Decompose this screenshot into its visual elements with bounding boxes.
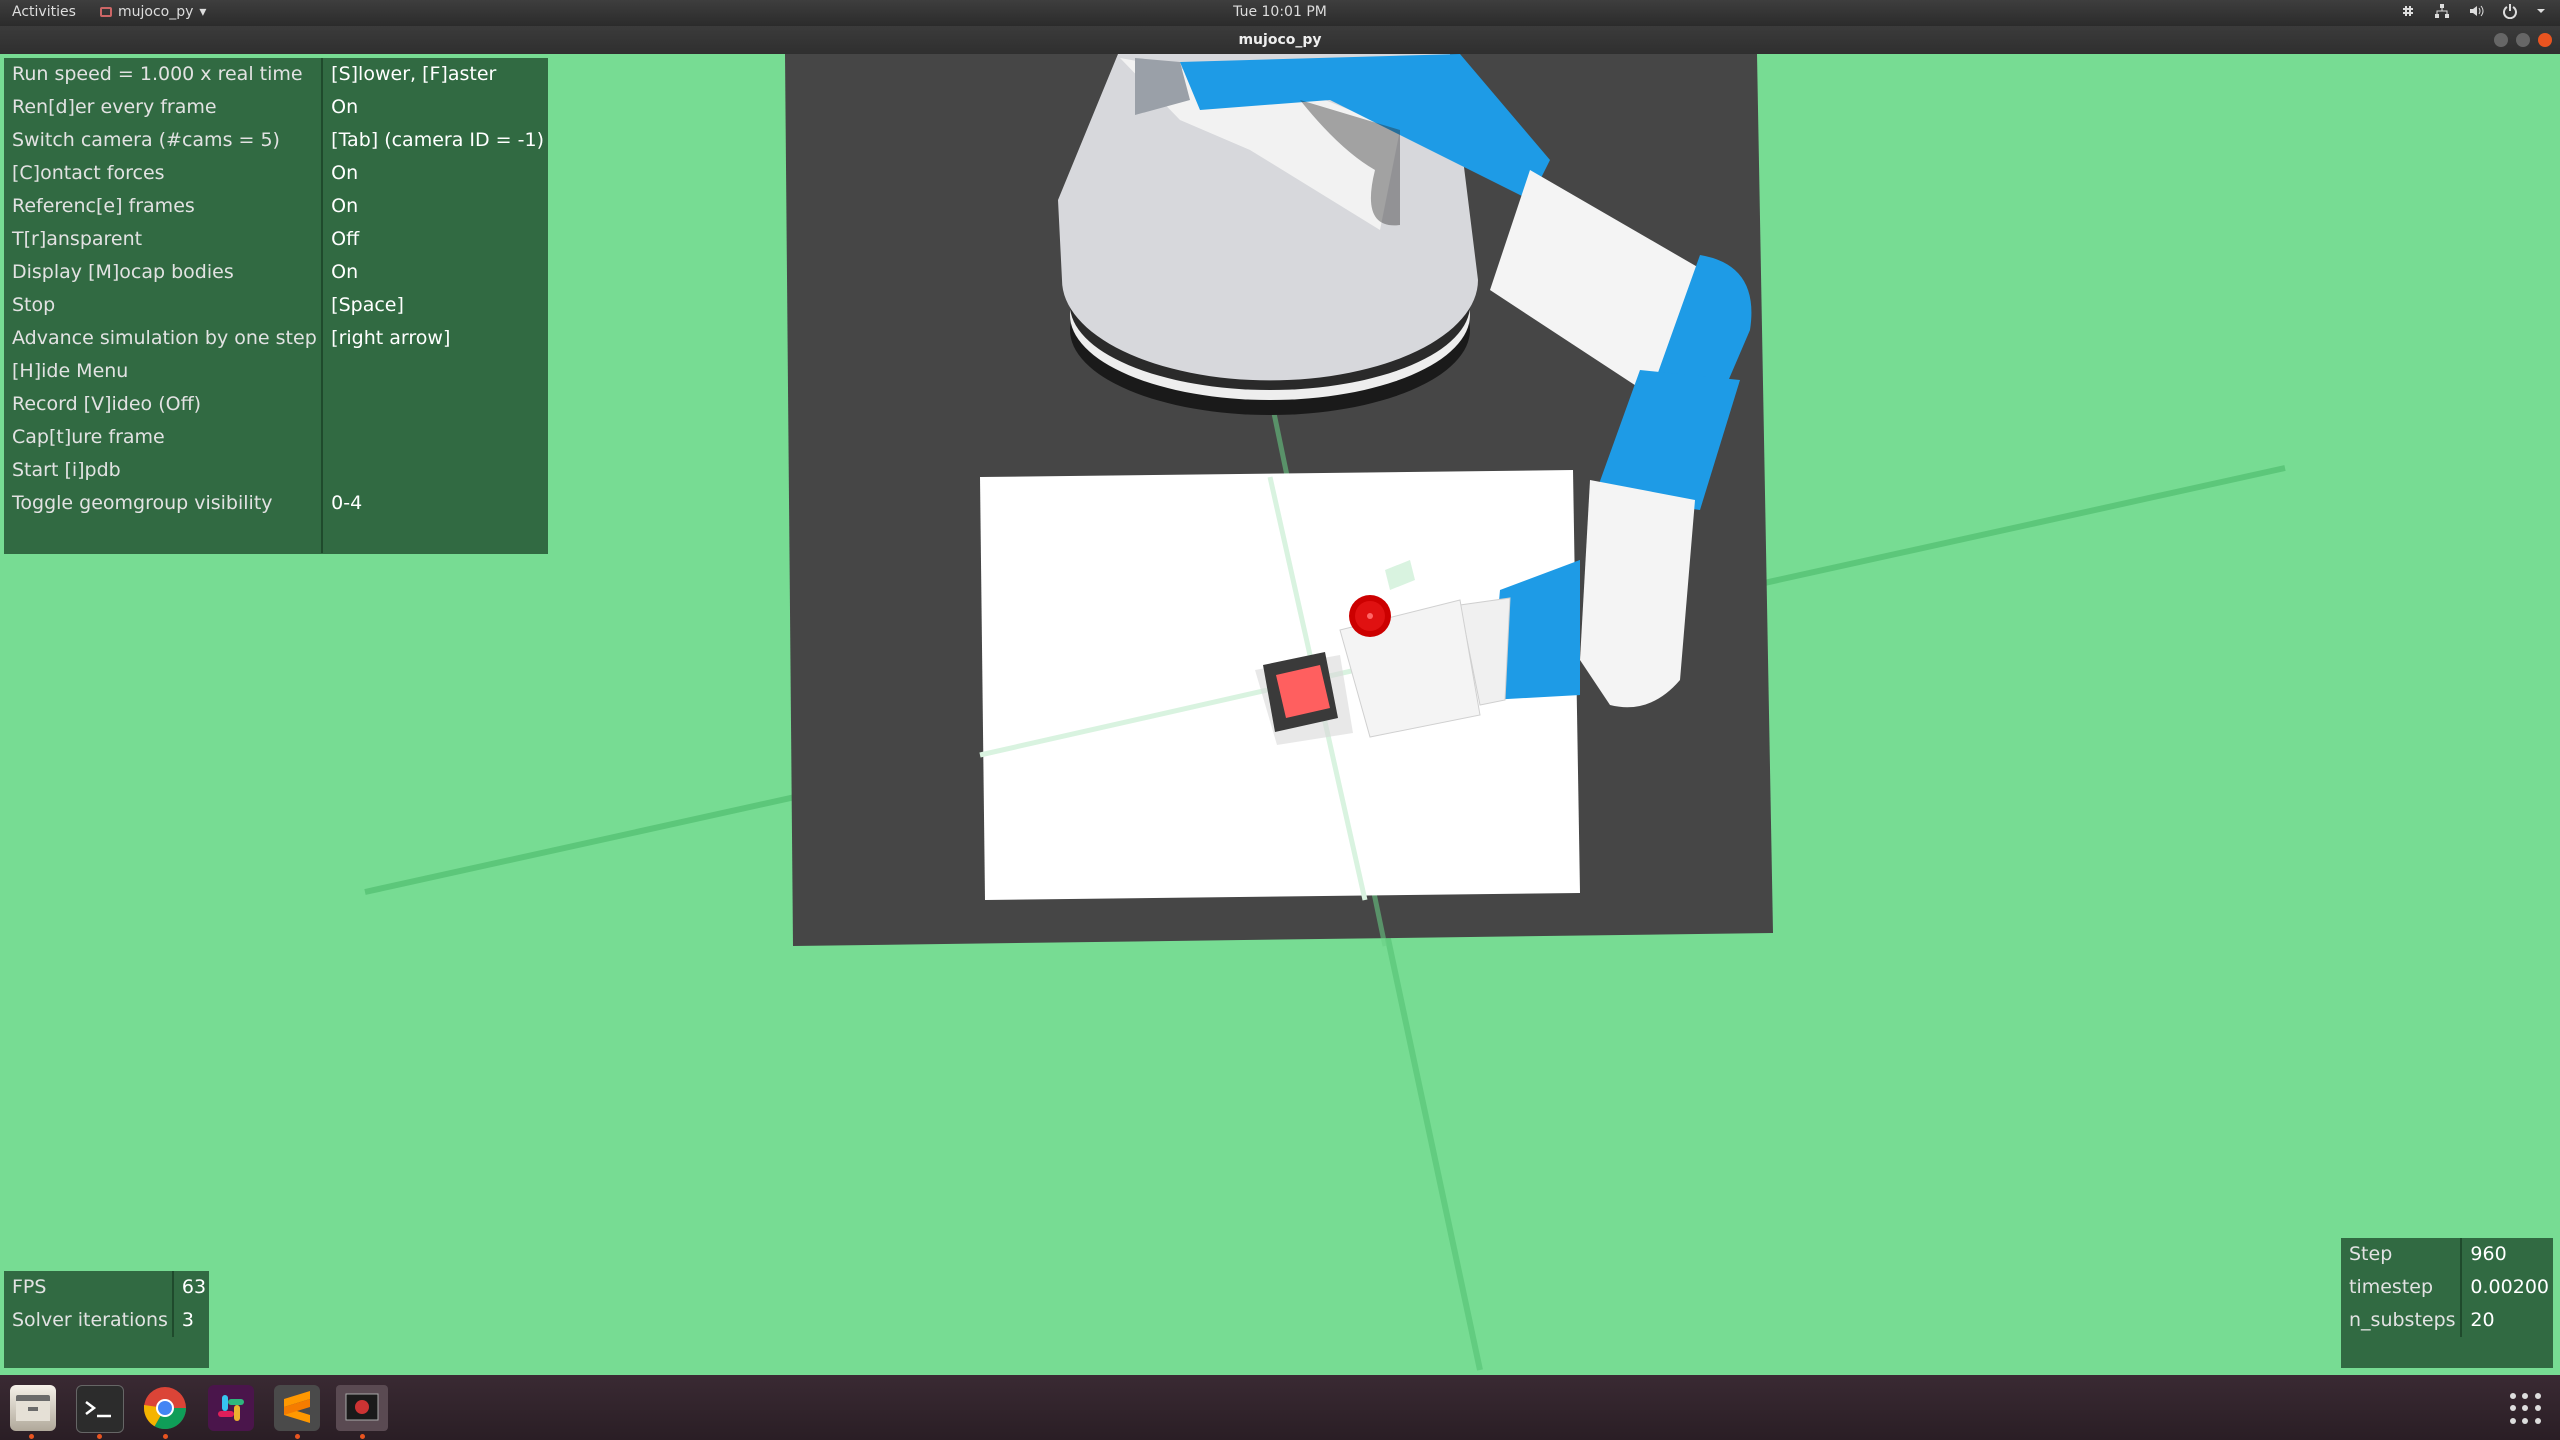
menu-row-label: Run speed = 1.000 x real time bbox=[4, 58, 324, 91]
stat-row: timestep 0.00200 bbox=[2341, 1271, 2553, 1304]
system-top-bar: Activities mujoco_py ▾ Tue 10:01 PM bbox=[0, 0, 2560, 26]
menu-row-label: [H]ide Menu bbox=[4, 355, 324, 388]
system-tray[interactable] bbox=[2400, 3, 2546, 19]
taskbar-dock bbox=[0, 1375, 2560, 1440]
slack-tray-icon[interactable] bbox=[2400, 3, 2416, 19]
menu-row: Display [M]ocap bodies On bbox=[4, 256, 548, 289]
stat-row: Solver iterations 3 bbox=[4, 1304, 210, 1337]
running-indicator bbox=[163, 1434, 168, 1439]
menu-row-spacer bbox=[4, 520, 548, 553]
menu-row: Run speed = 1.000 x real time [S]lower, [… bbox=[4, 58, 548, 91]
menu-row-value: [Tab] (camera ID = -1) bbox=[331, 129, 544, 151]
minimize-button[interactable] bbox=[2494, 33, 2508, 47]
menu-row-label: Toggle geomgroup visibility bbox=[4, 487, 324, 520]
menu-row: Advance simulation by one step [right arr… bbox=[4, 322, 548, 355]
power-icon[interactable] bbox=[2502, 3, 2518, 19]
chrome-icon[interactable] bbox=[142, 1385, 188, 1431]
close-button[interactable] bbox=[2538, 33, 2552, 47]
robot-forearm-white bbox=[1580, 480, 1695, 708]
menu-row: T[r]ansparent Off bbox=[4, 223, 548, 256]
menu-row: Referenc[e] frames On bbox=[4, 190, 548, 223]
menu-row-label: Start [i]pdb bbox=[4, 454, 324, 487]
menu-row-label: Stop bbox=[4, 289, 324, 322]
menu-row: [C]ontact forces On bbox=[4, 157, 548, 190]
sublime-text-icon[interactable] bbox=[274, 1385, 320, 1431]
clock[interactable]: Tue 10:01 PM bbox=[0, 4, 2560, 20]
show-applications-icon[interactable] bbox=[2510, 1393, 2542, 1425]
menu-row-value: Off bbox=[331, 228, 360, 250]
fps-overlay: FPS 63 Solver iterations 3 bbox=[4, 1271, 209, 1368]
menu-row: Toggle geomgroup visibility 0-4 bbox=[4, 487, 548, 520]
menu-row-value bbox=[322, 388, 548, 421]
step-overlay: Step 960 timestep 0.00200 n_substeps 20 bbox=[2341, 1238, 2553, 1368]
menu-row-label: Advance simulation by one step bbox=[4, 322, 324, 355]
menu-row-label: Record [V]ideo (Off) bbox=[4, 388, 324, 421]
maximize-button[interactable] bbox=[2516, 33, 2530, 47]
menu-row-label: T[r]ansparent bbox=[4, 223, 324, 256]
menu-row-label: Ren[d]er every frame bbox=[4, 91, 324, 124]
running-indicator bbox=[97, 1434, 102, 1439]
menu-row-label: Cap[t]ure frame bbox=[4, 421, 324, 454]
stat-value: 960 bbox=[2470, 1243, 2507, 1265]
stat-label: n_substeps bbox=[2341, 1304, 2463, 1337]
stat-label: FPS bbox=[4, 1271, 174, 1304]
window-title-bar[interactable]: mujoco_py bbox=[0, 26, 2560, 54]
menu-spacer-cell bbox=[322, 520, 548, 553]
menu-row-value: [S]lower, [F]aster bbox=[331, 63, 497, 85]
menu-row: [H]ide Menu bbox=[4, 355, 548, 388]
mujoco-window-icon[interactable] bbox=[336, 1385, 388, 1431]
stat-label: Solver iterations bbox=[4, 1304, 174, 1337]
terminal-icon[interactable] bbox=[76, 1385, 124, 1433]
stat-value: 20 bbox=[2470, 1309, 2495, 1331]
running-indicator bbox=[29, 1434, 34, 1439]
menu-row: Stop [Space] bbox=[4, 289, 548, 322]
stat-row: Step 960 bbox=[2341, 1238, 2553, 1271]
menu-row-value: On bbox=[331, 261, 359, 283]
help-menu-overlay: Run speed = 1.000 x real time [S]lower, [… bbox=[4, 58, 548, 554]
menu-row-label: Display [M]ocap bodies bbox=[4, 256, 324, 289]
stat-label: timestep bbox=[2341, 1271, 2463, 1304]
menu-spacer-cell bbox=[4, 520, 324, 553]
menu-row-label: Referenc[e] frames bbox=[4, 190, 324, 223]
menu-row-value: On bbox=[331, 96, 359, 118]
stat-row: n_substeps 20 bbox=[2341, 1304, 2553, 1337]
stat-value: 3 bbox=[181, 1309, 195, 1331]
menu-row-label: Switch camera (#cams = 5) bbox=[4, 124, 324, 157]
files-icon[interactable] bbox=[10, 1385, 56, 1431]
menu-row-value bbox=[322, 454, 548, 487]
menu-row: Cap[t]ure frame bbox=[4, 421, 548, 454]
volume-icon[interactable] bbox=[2468, 3, 2484, 19]
running-indicator bbox=[360, 1434, 365, 1439]
network-icon[interactable] bbox=[2434, 3, 2450, 19]
menu-row-value: [Space] bbox=[331, 294, 404, 316]
menu-row-label: [C]ontact forces bbox=[4, 157, 324, 190]
running-indicator bbox=[295, 1434, 300, 1439]
window-title: mujoco_py bbox=[1238, 32, 1322, 48]
menu-row: Record [V]ideo (Off) bbox=[4, 388, 548, 421]
menu-row: Switch camera (#cams = 5) [Tab] (camera I… bbox=[4, 124, 548, 157]
stat-value: 0.00200 bbox=[2470, 1276, 2549, 1298]
menu-row: Start [i]pdb bbox=[4, 454, 548, 487]
slack-icon[interactable] bbox=[208, 1385, 254, 1431]
chevron-down-icon[interactable] bbox=[2536, 3, 2546, 19]
stat-row: FPS 63 bbox=[4, 1271, 210, 1304]
menu-row: Ren[d]er every frame On bbox=[4, 91, 548, 124]
menu-row-value: 0-4 bbox=[331, 492, 363, 514]
stat-value: 63 bbox=[181, 1276, 207, 1298]
menu-row-value: On bbox=[331, 162, 359, 184]
menu-row-value bbox=[322, 355, 548, 388]
menu-row-value: [right arrow] bbox=[331, 327, 451, 349]
menu-row-value bbox=[322, 421, 548, 454]
menu-row-value: On bbox=[331, 195, 359, 217]
stat-label: Step bbox=[2341, 1238, 2463, 1271]
target-sphere-center bbox=[1367, 613, 1373, 619]
